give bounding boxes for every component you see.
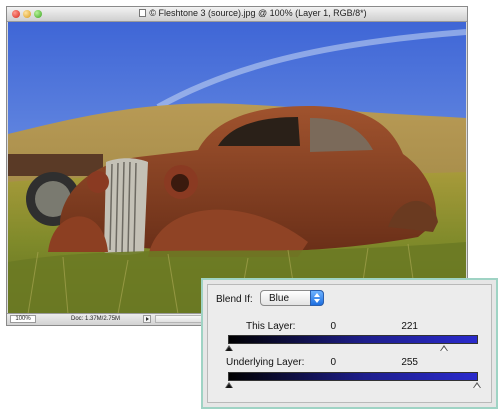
close-button[interactable] — [12, 10, 20, 18]
title-bar[interactable]: © Fleshtone 3 (source).jpg @ 100% (Layer… — [7, 7, 467, 22]
doc-size-info: Doc: 1.37M/2.75M — [71, 316, 121, 322]
blend-if-panel: Blend If: Blue This Layer: 0 221 Underly… — [201, 278, 498, 409]
document-icon — [139, 9, 147, 17]
this-layer-white-value: 221 — [401, 321, 418, 332]
photo-rusty-car — [8, 22, 466, 314]
blend-if-label: Blend If: — [216, 294, 253, 305]
blend-if-channel-select[interactable]: Blue — [260, 290, 324, 306]
window-title: © Fleshtone 3 (source).jpg @ 100% (Layer… — [149, 8, 367, 18]
minimize-button[interactable] — [23, 10, 31, 18]
this-layer-black-value: 0 — [330, 321, 336, 332]
blend-if-group: Blend If: Blue This Layer: 0 221 Underly… — [207, 284, 492, 403]
chevron-down-icon — [314, 299, 320, 303]
underlying-layer-black-value: 0 — [330, 357, 336, 368]
underlying-layer-label: Underlying Layer: — [226, 357, 305, 368]
zoom-button[interactable] — [34, 10, 42, 18]
chevron-up-icon — [314, 293, 320, 297]
window-title-wrap: © Fleshtone 3 (source).jpg @ 100% (Layer… — [47, 8, 459, 18]
this-layer-gradient-bar — [225, 335, 478, 351]
zoom-field[interactable]: 100% — [10, 315, 36, 323]
image-canvas[interactable] — [8, 22, 466, 314]
underlying-layer-white-value: 255 — [401, 357, 418, 368]
status-menu-arrow-icon[interactable] — [143, 315, 151, 323]
select-stepper-icon[interactable] — [310, 290, 324, 306]
this-layer-label: This Layer: — [246, 321, 296, 332]
underlying-layer-gradient-bar — [225, 372, 481, 388]
channel-value: Blue — [269, 293, 290, 304]
